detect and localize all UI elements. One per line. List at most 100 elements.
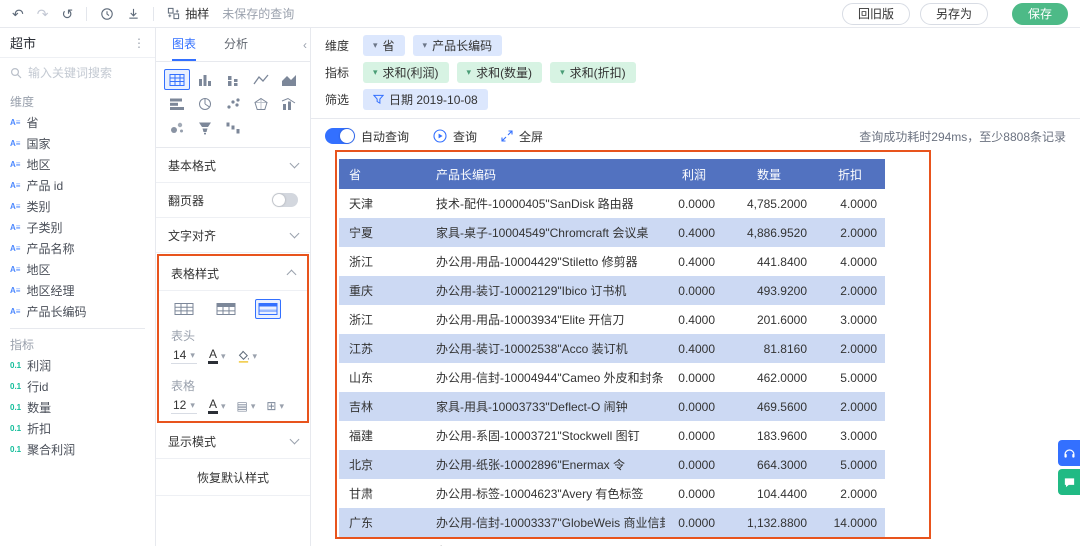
query-tag[interactable]: ▾求和(利润) <box>363 62 449 83</box>
chart-type-bar-icon[interactable] <box>164 93 190 114</box>
query-tag[interactable]: 日期 2019-10-08 <box>363 89 488 110</box>
metric-field[interactable]: 0.1行id <box>0 376 155 397</box>
caret-down-icon: ▾ <box>221 402 226 411</box>
body-font-color-picker[interactable]: A ▾ <box>208 398 226 414</box>
caret-down-icon: ▾ <box>373 68 378 77</box>
undo-icon[interactable]: ↶ <box>12 7 24 21</box>
chart-type-grid <box>156 62 310 148</box>
table-cell: 4.0000 <box>815 189 885 218</box>
dimension-field[interactable]: A≡类别 <box>0 196 155 217</box>
toolbar-divider <box>86 7 87 21</box>
fullscreen-button[interactable]: 全屏 <box>501 128 543 145</box>
query-tag[interactable]: ▾求和(折扣) <box>550 62 636 83</box>
chevron-down-icon <box>290 159 300 169</box>
support-button[interactable] <box>1058 440 1080 466</box>
chat-button[interactable] <box>1058 469 1080 495</box>
chart-type-combo-icon[interactable] <box>276 93 302 114</box>
field-label: 产品长编码 <box>26 303 86 320</box>
headset-icon <box>1063 447 1076 460</box>
table-cell: 山东 <box>339 363 426 392</box>
row-style-picker[interactable]: ▤ ▾ <box>237 399 256 413</box>
dimension-field[interactable]: A≡地区 <box>0 154 155 175</box>
save-button[interactable]: 保存 <box>1012 3 1068 25</box>
chart-type-stacked-column-icon[interactable] <box>220 69 246 90</box>
metric-field[interactable]: 0.1数量 <box>0 397 155 418</box>
table-row: 江苏办公用-装订-10002538"Acco 装订机0.400081.81602… <box>339 334 885 363</box>
table-cell: 办公用-装订-10002129"Ibico 订书机 <box>426 276 665 305</box>
dimension-field[interactable]: A≡省 <box>0 112 155 133</box>
measure-type-icon: 0.1 <box>10 383 21 391</box>
dimension-field[interactable]: A≡地区经理 <box>0 280 155 301</box>
table-style-header-icon[interactable] <box>213 299 239 319</box>
chart-type-area-icon[interactable] <box>276 69 302 90</box>
metric-field[interactable]: 0.1聚合利润 <box>0 439 155 460</box>
old-version-button[interactable]: 回旧版 <box>842 3 910 25</box>
dimension-field[interactable]: A≡产品长编码 <box>0 301 155 322</box>
table-cell: 天津 <box>339 189 426 218</box>
save-as-button[interactable]: 另存为 <box>920 3 988 25</box>
font-color-icon: A <box>208 348 218 364</box>
chart-type-scatter-icon[interactable] <box>220 93 246 114</box>
fullscreen-label: 全屏 <box>519 128 543 145</box>
history-icon[interactable] <box>100 7 114 21</box>
table-cell: 441.8400 <box>723 247 815 276</box>
table-cell: 0.0000 <box>665 363 723 392</box>
section-pager[interactable]: 翻页器 <box>156 183 310 218</box>
section-table-style[interactable]: 表格样式 <box>159 256 307 291</box>
search-input[interactable] <box>28 66 145 80</box>
chart-type-bubble-icon[interactable] <box>164 117 190 138</box>
chart-type-table-icon[interactable] <box>164 69 190 90</box>
dimension-field[interactable]: A≡国家 <box>0 133 155 154</box>
tab-analysis[interactable]: 分析 <box>224 28 248 61</box>
redo-icon[interactable]: ↷ <box>37 7 49 21</box>
dimension-field[interactable]: A≡子类别 <box>0 217 155 238</box>
table-row: 吉林家具-用具-10003733"Deflect-O 闹钟0.0000469.5… <box>339 392 885 421</box>
section-text-align[interactable]: 文字对齐 <box>156 218 310 253</box>
tab-chart[interactable]: 图表 <box>172 28 196 61</box>
query-tag[interactable]: ▾省 <box>363 35 405 56</box>
header-font-size-select[interactable]: 14 ▾ <box>171 348 197 364</box>
dimension-field[interactable]: A≡产品名称 <box>0 238 155 259</box>
caret-down-icon: ▾ <box>467 68 472 77</box>
table-cell: 甘肃 <box>339 479 426 508</box>
auto-query-toggle[interactable] <box>325 128 355 144</box>
chart-type-line-icon[interactable] <box>248 69 274 90</box>
chart-type-waterfall-icon[interactable] <box>220 117 246 138</box>
query-button[interactable]: 查询 <box>433 128 477 145</box>
chart-type-pie-icon[interactable] <box>192 93 218 114</box>
border-picker[interactable]: ⊞ ▾ <box>266 399 284 413</box>
caret-down-icon: ▾ <box>190 351 195 360</box>
header-font-color-picker[interactable]: A ▾ <box>208 348 226 364</box>
pager-toggle[interactable] <box>272 193 298 207</box>
query-tag[interactable]: ▾求和(数量) <box>457 62 543 83</box>
body-font-size-select[interactable]: 12 ▾ <box>171 398 197 414</box>
result-table: 省产品长编码利润数量折扣 天津技术-配件-10000405"SanDisk 路由… <box>339 159 885 546</box>
section-display-mode[interactable]: 显示模式 <box>156 424 310 459</box>
field-label: 地区 <box>26 156 50 173</box>
sample-button[interactable]: 抽样 <box>167 5 209 22</box>
chart-type-funnel-icon[interactable] <box>192 117 218 138</box>
reset-icon[interactable]: ↺ <box>61 7 73 21</box>
metric-list: 0.1利润0.1行id0.1数量0.1折扣0.1聚合利润 <box>0 355 155 460</box>
chart-type-radar-icon[interactable] <box>248 93 274 114</box>
dimension-field[interactable]: A≡产品 id <box>0 175 155 196</box>
table-cell: 2.0000 <box>815 276 885 305</box>
table-style-plain-icon[interactable] <box>171 299 197 319</box>
metric-field[interactable]: 0.1折扣 <box>0 418 155 439</box>
collapse-panel-icon[interactable]: ‹ <box>303 38 307 52</box>
table-cell: 0.4000 <box>665 334 723 363</box>
download-icon[interactable] <box>127 7 140 20</box>
section-basic-format[interactable]: 基本格式 <box>156 148 310 183</box>
table-style-banded-icon[interactable] <box>255 299 281 319</box>
metric-field[interactable]: 0.1利润 <box>0 355 155 376</box>
header-fill-color-picker[interactable]: ▾ <box>237 350 258 363</box>
table-row: 浙江办公用-用品-10003934"Elite 开信刀0.4000201.600… <box>339 305 885 334</box>
dimension-field[interactable]: A≡地区 <box>0 259 155 280</box>
chart-type-column-icon[interactable] <box>192 69 218 90</box>
query-tag[interactable]: ▾产品长编码 <box>413 35 503 56</box>
table-cell: 493.9200 <box>723 276 815 305</box>
reset-style-button[interactable]: 恢复默认样式 <box>156 460 310 496</box>
field-label: 类别 <box>26 198 50 215</box>
column-header: 数量 <box>723 159 815 189</box>
more-options-icon[interactable]: ⋮ <box>133 36 145 50</box>
